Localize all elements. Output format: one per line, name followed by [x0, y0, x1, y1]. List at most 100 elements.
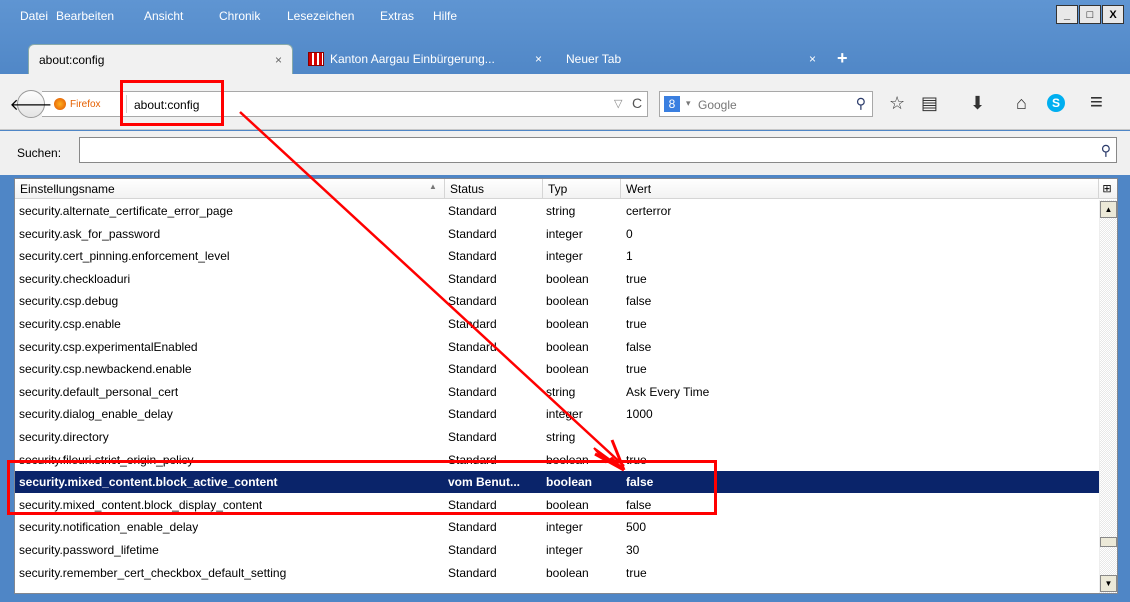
header-value-label: Wert — [626, 182, 652, 196]
skype-icon[interactable]: S — [1047, 94, 1065, 112]
scroll-up-button[interactable]: ▲ — [1100, 201, 1117, 218]
menu-chronik[interactable]: Chronik — [219, 9, 260, 23]
cell-value: false — [626, 339, 652, 354]
url-bar[interactable]: Firefox about:config ▽ C — [42, 91, 648, 117]
tab-close-icon[interactable]: × — [809, 52, 816, 66]
vertical-scrollbar[interactable]: ▲ ▼ — [1099, 200, 1117, 593]
tab-label: Kanton Aargau Einbürgerung... — [330, 52, 495, 66]
table-row[interactable]: security.default_personal_cert Standard st… — [15, 381, 1099, 403]
menu-ansicht[interactable]: Ansicht — [144, 9, 183, 23]
table-header: Einstellungsname ▲ Status Typ Wert ⊞ — [15, 179, 1117, 199]
search-icon[interactable]: ⚲ — [1101, 142, 1111, 159]
scroll-down-button[interactable]: ▼ — [1100, 575, 1117, 592]
cell-value: false — [626, 475, 654, 490]
table-row[interactable]: security.csp.enable Standard boolean true — [15, 313, 1099, 335]
header-type-label: Typ — [548, 182, 568, 196]
home-icon[interactable]: ⌂ — [1016, 93, 1027, 114]
cell-name: security.csp.debug — [19, 294, 119, 309]
tab-close-icon[interactable]: × — [275, 53, 282, 67]
column-header-status[interactable]: Status — [445, 179, 543, 199]
engine-dropdown-icon[interactable]: ▾ — [686, 98, 691, 109]
back-button[interactable]: 🡐 — [10, 90, 52, 118]
cell-name: security.fileuri.strict_origin_policy — [19, 452, 194, 467]
table-row[interactable]: security.remember_cert_checkbox_default_… — [15, 562, 1099, 584]
downloads-icon[interactable]: ⬇ — [970, 93, 985, 114]
preferences-table: Einstellungsname ▲ Status Typ Wert ⊞ sec… — [14, 178, 1118, 594]
cell-type: boolean — [546, 565, 589, 580]
cell-type: integer — [546, 226, 583, 241]
tab-about-config[interactable]: about:config × — [28, 44, 293, 74]
reload-icon[interactable]: C — [632, 95, 642, 111]
bookmarks-list-icon[interactable]: ▤ — [921, 93, 938, 114]
cell-value: Ask Every Time — [626, 384, 710, 399]
menu-hilfe[interactable]: Hilfe — [433, 9, 457, 23]
search-label: Suchen: — [17, 146, 62, 160]
cell-type: boolean — [546, 362, 589, 377]
search-magnifier-icon[interactable]: ⚲ — [856, 95, 866, 112]
minimize-button[interactable]: _ — [1056, 5, 1078, 24]
config-search-input[interactable]: ⚲ — [79, 137, 1117, 163]
tab-label: Neuer Tab — [566, 52, 622, 66]
table-row[interactable]: security.checkloaduri Standard boolean true — [15, 268, 1099, 290]
maximize-button[interactable]: □ — [1079, 5, 1101, 24]
table-row[interactable]: security.mixed_content.block_display_con… — [15, 494, 1099, 516]
header-status-label: Status — [450, 182, 485, 196]
url-separator — [126, 95, 127, 113]
cell-type: integer — [546, 543, 583, 557]
navigation-toolbar: Firefox about:config ▽ C 🡐 8 ▾ Google ⚲ … — [0, 74, 1130, 130]
menu-datei[interactable]: Datei — [20, 9, 48, 23]
cell-name: security.default_personal_cert — [19, 384, 179, 399]
table-row[interactable]: security.cert_pinning.enforcement_level S… — [15, 245, 1099, 267]
cell-status: vom Benut... — [448, 475, 521, 490]
identity-box[interactable]: Firefox — [54, 98, 101, 110]
menu-icon[interactable]: ≡ — [1090, 89, 1103, 115]
table-row[interactable]: security.csp.newbackend.enable Standard bo… — [15, 358, 1099, 380]
menu-lesezeichen[interactable]: Lesezeichen — [287, 9, 354, 23]
cell-status: Standard — [448, 226, 497, 241]
cell-value: true — [626, 362, 647, 377]
cell-name: security.directory — [19, 430, 109, 444]
cell-type: string — [546, 384, 576, 399]
column-picker-icon[interactable]: ⊞ — [1097, 179, 1117, 199]
table-row[interactable]: security.csp.debug Standard boolean false — [15, 290, 1099, 312]
menu-extras[interactable]: Extras — [380, 9, 414, 23]
window-controls: _ □ X — [1055, 5, 1124, 24]
cell-type: integer — [546, 520, 583, 535]
scrollbar-thumb[interactable] — [1100, 537, 1117, 547]
table-row[interactable]: security.mixed_content.block_active_cont… — [15, 471, 1099, 494]
cell-name: security.notification_enable_delay — [19, 520, 199, 535]
table-row[interactable]: security.directory Standard string — [15, 426, 1099, 448]
cell-name: security.mixed_content.block_display_con… — [19, 497, 263, 512]
table-row[interactable]: security.csp.experimentalEnabled Standard… — [15, 336, 1099, 358]
column-header-name[interactable]: Einstellungsname — [15, 179, 445, 199]
table-row[interactable]: security.dialog_enable_delay Standard inte… — [15, 403, 1099, 425]
tab-label: about:config — [39, 52, 105, 67]
close-window-button[interactable]: X — [1102, 5, 1124, 24]
google-engine-icon[interactable]: 8 — [664, 96, 680, 112]
tab-bar: about:config × Kanton Aargau Einbürgerun… — [0, 38, 1130, 74]
tab-kanton-aargau[interactable]: Kanton Aargau Einbürgerung... × — [298, 44, 552, 74]
sort-ascending-icon: ▲ — [429, 182, 437, 191]
table-row[interactable]: security.password_lifetime Standard intege… — [15, 539, 1099, 561]
config-search-row: Suchen: ⚲ — [0, 131, 1130, 175]
table-body: security.alternate_certificate_error_pag… — [15, 200, 1099, 593]
column-header-type[interactable]: Typ — [543, 179, 621, 199]
new-tab-button[interactable]: + — [837, 48, 848, 69]
table-row[interactable]: security.fileuri.strict_origin_policy Sta… — [15, 449, 1099, 471]
column-header-value[interactable]: Wert — [621, 179, 1099, 199]
table-row[interactable]: security.notification_enable_delay Standa… — [15, 516, 1099, 538]
table-row[interactable]: security.alternate_certificate_error_pag… — [15, 200, 1099, 222]
cell-status: Standard — [448, 520, 497, 535]
bookmark-star-icon[interactable]: ☆ — [889, 93, 905, 114]
search-bar[interactable]: 8 ▾ Google ⚲ — [659, 91, 873, 117]
url-text[interactable]: about:config — [134, 98, 199, 112]
menu-bearbeiten[interactable]: Bearbeiten — [56, 9, 114, 23]
history-dropdown-icon[interactable]: ▽ — [614, 97, 622, 110]
cell-name: security.csp.enable — [19, 317, 121, 331]
cell-value: true — [626, 565, 647, 580]
tab-close-icon[interactable]: × — [535, 52, 542, 66]
tab-neuer-tab[interactable]: Neuer Tab × — [556, 44, 826, 74]
cell-type: boolean — [546, 475, 593, 490]
cell-name: security.checkloaduri — [19, 271, 131, 286]
table-row[interactable]: security.ask_for_password Standard integer… — [15, 223, 1099, 245]
